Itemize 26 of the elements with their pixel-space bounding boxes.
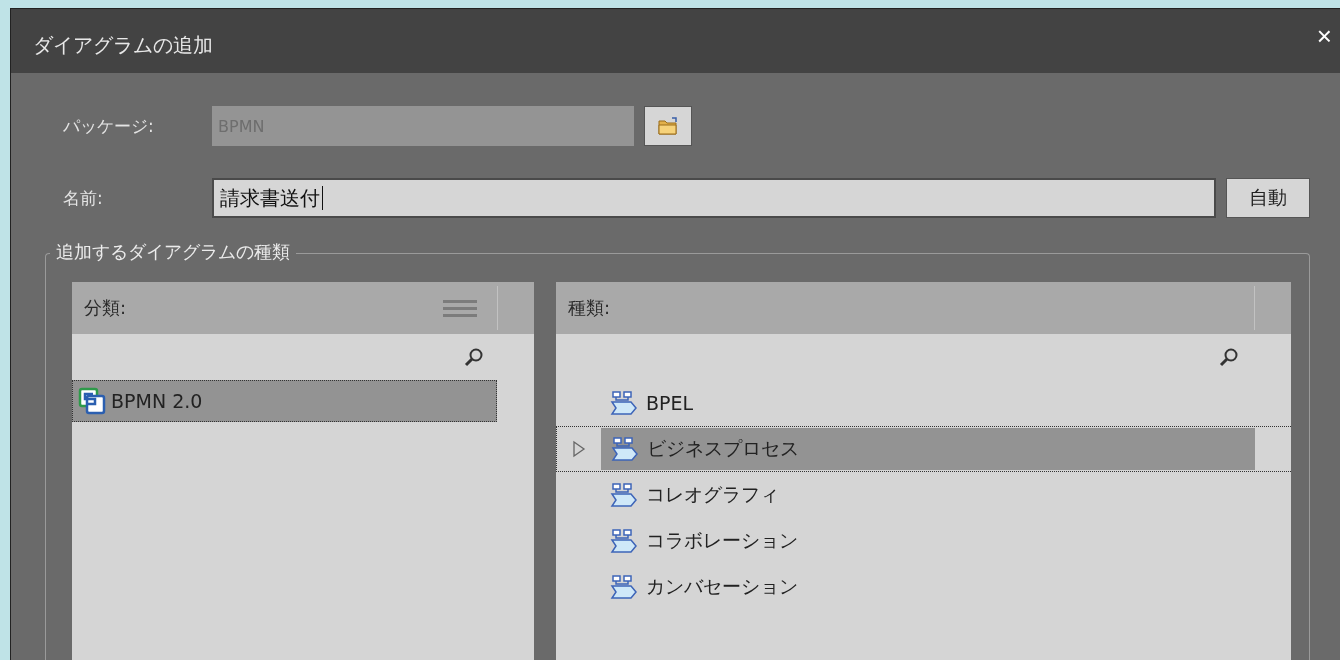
close-button[interactable]: ×	[1308, 15, 1340, 58]
type-item[interactable]: ビジネスプロセス	[601, 428, 1255, 470]
column-header: 種類:	[568, 296, 612, 320]
name-field[interactable]: 請求書送付	[212, 178, 1216, 218]
package-icon	[77, 386, 107, 416]
folder-icon	[657, 116, 679, 136]
type-item[interactable]: BPEL	[600, 382, 1254, 424]
diagram-icon	[610, 574, 638, 600]
diagram-icon	[611, 436, 639, 462]
diagram-icon	[610, 390, 638, 416]
browse-button[interactable]	[644, 106, 692, 146]
column-header: 分類:	[84, 296, 128, 320]
window-title: ダイアグラムの追加	[33, 31, 213, 59]
type-item[interactable]: コレオグラフィ	[600, 474, 1254, 516]
type-item[interactable]: コラボレーション	[600, 520, 1254, 562]
field-label: 名前:	[63, 186, 104, 210]
search-icon[interactable]	[1219, 347, 1239, 367]
field-label: パッケージ:	[63, 114, 155, 138]
diagram-icon	[610, 482, 638, 508]
search-icon[interactable]	[464, 347, 484, 367]
diagram-icon	[610, 528, 638, 554]
expand-arrow-icon[interactable]	[572, 440, 586, 458]
auto-button[interactable]: 自動	[1226, 178, 1310, 218]
type-item[interactable]: カンバセーション	[600, 566, 1254, 608]
group-title: 追加するダイアグラムの種類	[50, 240, 296, 264]
category-item[interactable]: BPMN 2.0	[72, 380, 497, 422]
